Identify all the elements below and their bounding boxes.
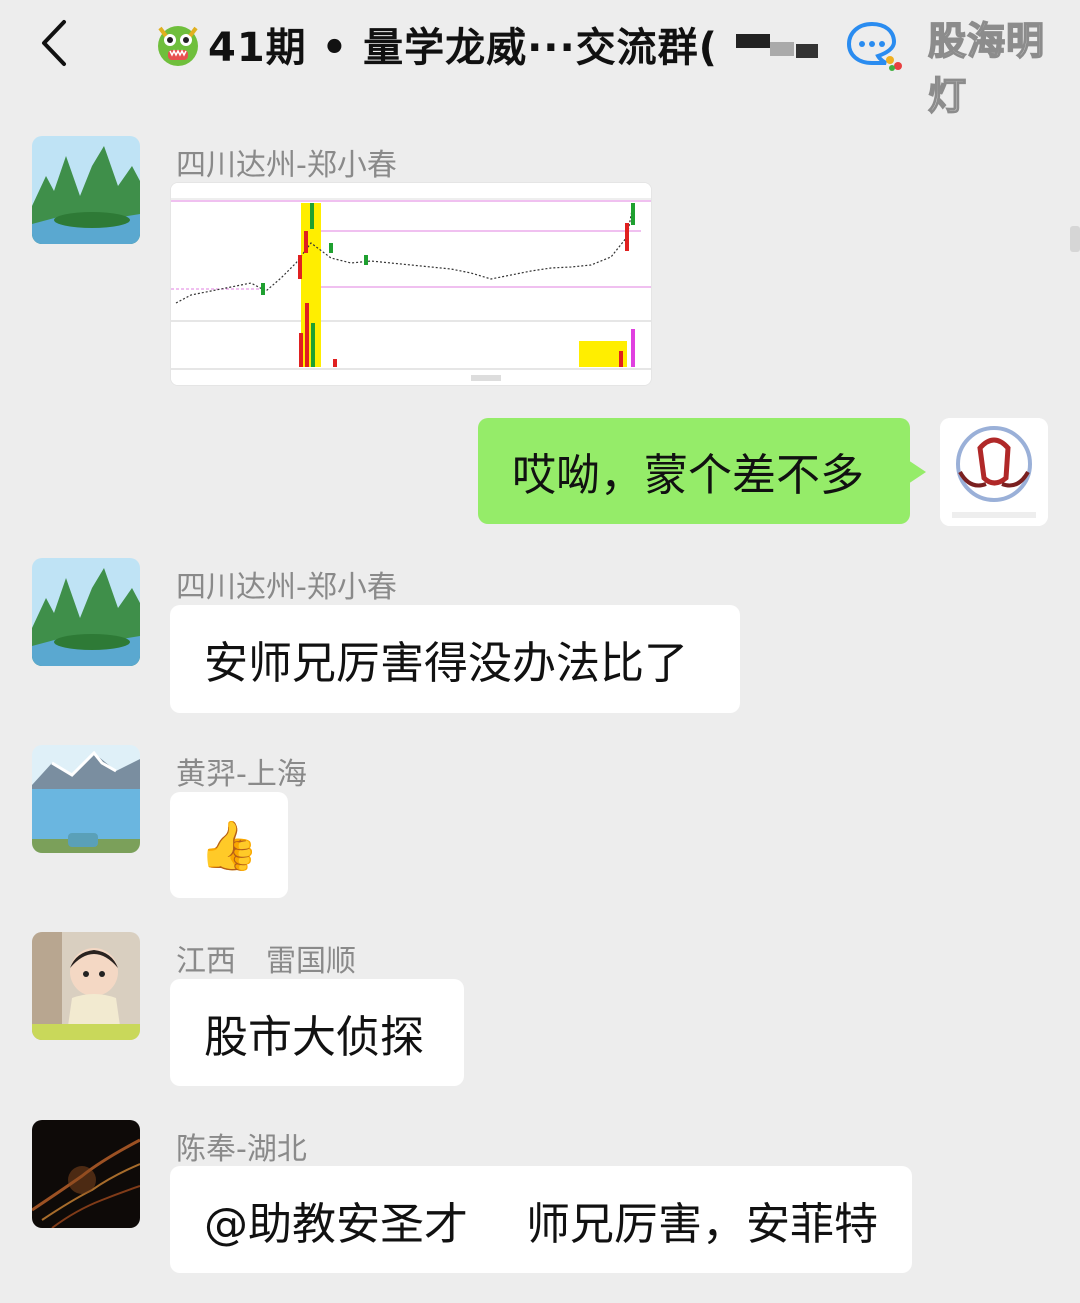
sender-name: 陈奉-湖北 bbox=[176, 1132, 307, 1167]
message-text: 股市大侦探 bbox=[204, 1011, 424, 1063]
sender-name: 四川达州-郑小春 bbox=[176, 570, 397, 605]
message-text: 安师兄厉害得没办法比了 bbox=[204, 638, 688, 689]
stock-chart-image[interactable] bbox=[170, 182, 652, 386]
message-bubble[interactable]: @助教安圣才 师兄厉害，安菲特 bbox=[170, 1166, 912, 1273]
message-text: 哎呦，蒙个差不多 bbox=[512, 450, 864, 501]
sender-name: 四川达州-郑小春 bbox=[176, 148, 397, 183]
watermark-text: 股海明灯 bbox=[927, 18, 1046, 119]
redacted-block bbox=[770, 42, 794, 56]
message-bubble[interactable]: 👍 bbox=[170, 792, 288, 898]
avatar[interactable] bbox=[32, 558, 140, 666]
sender-name: 黄羿-上海 bbox=[176, 757, 307, 792]
redacted-block bbox=[736, 34, 770, 48]
avatar[interactable] bbox=[32, 1120, 140, 1228]
message-bubble[interactable]: 安师兄厉害得没办法比了 bbox=[170, 605, 740, 713]
chat-title: 41期 • 量学龙威···交流群( bbox=[208, 25, 718, 71]
chat-header: 41期 • 量学龙威···交流群( 股海明灯 bbox=[0, 0, 1080, 119]
back-icon[interactable] bbox=[36, 18, 76, 68]
dragon-emoji-icon bbox=[158, 26, 198, 66]
message-bubble-self[interactable]: 哎呦，蒙个差不多 bbox=[478, 418, 926, 524]
avatar[interactable] bbox=[32, 932, 140, 1040]
message-bubble[interactable]: 股市大侦探 bbox=[170, 979, 464, 1086]
qq-icon[interactable] bbox=[846, 20, 904, 72]
scroll-indicator[interactable] bbox=[1070, 226, 1080, 252]
avatar[interactable] bbox=[32, 136, 140, 244]
redacted-block bbox=[796, 44, 818, 58]
self-avatar[interactable] bbox=[940, 418, 1048, 526]
avatar[interactable] bbox=[32, 745, 140, 853]
chat-title-area[interactable]: 41期 • 量学龙威···交流群( bbox=[152, 12, 718, 76]
message-text: @助教安圣才 师兄厉害，安菲特 bbox=[204, 1198, 878, 1250]
sender-name: 江西 雷国顺 bbox=[176, 944, 356, 979]
thumbs-up-icon: 👍 bbox=[199, 817, 259, 874]
